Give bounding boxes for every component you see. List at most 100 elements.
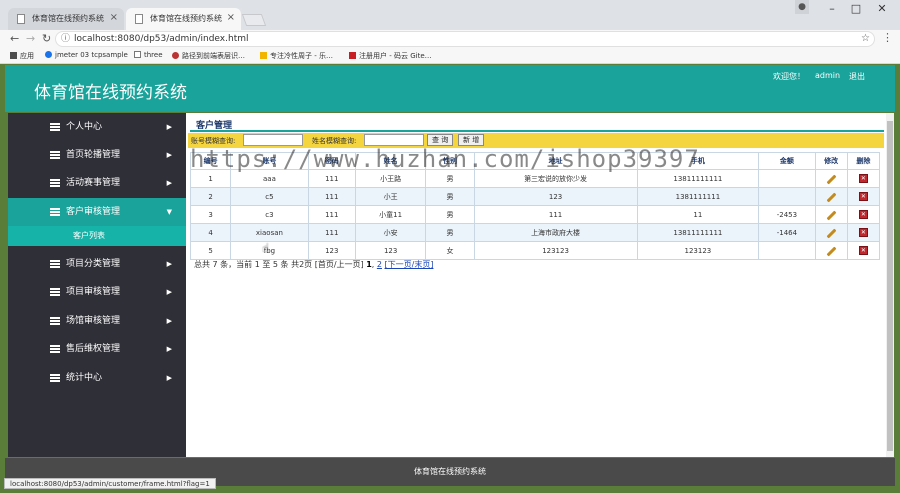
browser-tab-2[interactable]: 体育馆在线预约系统 × — [126, 8, 241, 30]
pager-next-last-link[interactable]: [下一页/末页] — [385, 260, 434, 269]
maximize-icon[interactable]: □ — [842, 0, 870, 20]
delete-icon[interactable]: ✕ — [858, 192, 868, 201]
sidebar-item-projects[interactable]: 项目审核管理 ▶ — [8, 278, 186, 306]
profile-icon[interactable]: ● — [795, 0, 809, 14]
database-icon — [50, 345, 60, 353]
table-cell: -2453 — [758, 205, 816, 224]
page-scrollbar[interactable] — [886, 113, 894, 457]
status-bar-url: localhost:8080/dp53/admin/customer/frame… — [4, 478, 216, 489]
table-cell: fbg — [230, 241, 309, 260]
pager-page-2-link[interactable]: 2 — [377, 260, 382, 269]
sidebar-item-categories[interactable]: 项目分类管理 ▶ — [8, 250, 186, 278]
logout-link[interactable]: 退出 — [849, 71, 865, 82]
page-icon — [135, 14, 143, 24]
pager-summary: 总共 7 条，当前 1 至 5 条 共2页 — [194, 260, 313, 269]
reload-icon[interactable]: ↻ — [42, 32, 51, 46]
pagination: 总共 7 条，当前 1 至 5 条 共2页 [首页/上一页] 1, 2 [下一页… — [194, 260, 434, 269]
sidebar-item-aftersales[interactable]: 售后维权管理 ▶ — [8, 335, 186, 363]
info-icon[interactable]: ⓘ — [61, 32, 70, 46]
database-icon — [50, 317, 60, 325]
edit-pencil-icon[interactable] — [826, 174, 837, 184]
admin-user-link[interactable]: admin — [815, 71, 840, 80]
apps-grid-icon — [10, 52, 17, 59]
url-input[interactable]: ⓘ localhost:8080/dp53/admin/index.html ☆ — [55, 31, 875, 47]
forward-icon[interactable]: → — [26, 32, 35, 46]
browser-tab-1[interactable]: 体育馆在线预约系统 × — [8, 8, 124, 30]
table-cell: xiaosan — [230, 223, 309, 242]
chevron-right-icon: ▶ — [166, 123, 172, 131]
edit-pencil-icon[interactable] — [826, 228, 837, 238]
app-header: 体育馆在线预约系统 欢迎您！ admin 退出 — [5, 65, 895, 112]
delete-icon[interactable]: ✕ — [858, 246, 868, 255]
browser-tabstrip: 体育馆在线预约系统 × 体育馆在线预约系统 × ● – □ ✕ — [0, 0, 900, 30]
bookmark-item[interactable]: three — [134, 51, 163, 59]
table-cell: 123123 — [473, 241, 638, 260]
sidebar-item-events[interactable]: 活动赛事管理 ▶ — [8, 169, 186, 197]
sidebar-item-venues[interactable]: 场馆审核管理 ▶ — [8, 307, 186, 335]
delete-icon[interactable]: ✕ — [858, 228, 868, 237]
bookmark-item[interactable]: 专注冷性周子 - 乐… — [260, 51, 333, 61]
chevron-right-icon: ▶ — [166, 288, 172, 296]
sidebar-subitem-customer-list[interactable]: 客户列表 — [8, 226, 186, 246]
title-divider — [190, 130, 884, 132]
browser-menu-icon[interactable]: ⋮ — [882, 31, 893, 44]
new-tab-button[interactable] — [241, 14, 267, 26]
table-cell: c3 — [230, 205, 309, 224]
table-cell: 123 — [354, 241, 427, 260]
table-cell — [758, 187, 816, 206]
bookmark-star-icon[interactable]: ☆ — [861, 32, 870, 46]
pager-first-prev: [首页/上一页] — [314, 260, 364, 269]
edit-pencil-icon[interactable] — [826, 210, 837, 220]
column-header: 修改 — [814, 152, 848, 170]
close-tab-icon[interactable]: × — [227, 12, 235, 23]
table-cell: 111 — [307, 223, 356, 242]
edit-pencil-icon[interactable] — [826, 192, 837, 202]
chevron-right-icon: ▶ — [166, 345, 172, 353]
chevron-right-icon: ▶ — [166, 317, 172, 325]
table-row: 5 fbg 123 123 女 123123 123123 ✕ — [189, 241, 881, 260]
bookmark-apps[interactable]: 应用 — [10, 51, 34, 61]
delete-icon[interactable]: ✕ — [858, 210, 868, 219]
database-icon — [50, 151, 60, 159]
table-cell: 123123 — [636, 241, 760, 260]
back-icon[interactable]: ← — [10, 32, 19, 46]
app-title: 体育馆在线预约系统 — [34, 83, 187, 103]
edit-pencil-icon[interactable] — [826, 246, 837, 256]
table-cell: 123 — [473, 187, 638, 206]
welcome-text: 欢迎您！ — [773, 72, 805, 81]
scrollbar-thumb[interactable] — [887, 121, 893, 451]
sidebar-item-statistics[interactable]: 统计中心 ▶ — [8, 364, 186, 392]
table-cell: 111 — [307, 187, 356, 206]
table-cell: 小王 — [354, 187, 427, 206]
table-cell: 3 — [189, 205, 232, 224]
bookmark-item[interactable]: jmeter 03 tcpsample — [45, 51, 128, 59]
close-window-icon[interactable]: ✕ — [868, 0, 896, 20]
chevron-down-icon: ▼ — [166, 208, 172, 216]
bookmark-item[interactable]: 路径到前端表层识… — [172, 51, 245, 61]
table-cell: c5 — [230, 187, 309, 206]
sidebar-item-customers[interactable]: 客户审核管理 ▼ — [8, 198, 186, 226]
edit-cell — [814, 169, 848, 188]
site-icon — [172, 52, 179, 59]
chevron-right-icon: ▶ — [166, 151, 172, 159]
watermark-text: https://www.huzhan.com/ishop39397 — [190, 145, 700, 173]
delete-cell: ✕ — [846, 241, 881, 260]
table-row: 4 xiaosan 111 小安 男 上海市政府大楼 13811111111 -… — [189, 223, 881, 242]
delete-cell: ✕ — [846, 223, 881, 242]
table-cell: 男 — [425, 223, 475, 242]
bookmark-item[interactable]: 注册用户 - 码云 Gite… — [349, 51, 432, 61]
close-tab-icon[interactable]: × — [110, 12, 118, 23]
sidebar-item-carousel[interactable]: 首页轮播管理 ▶ — [8, 141, 186, 169]
edit-cell — [814, 223, 848, 242]
edit-cell — [814, 187, 848, 206]
shield-icon — [45, 51, 52, 58]
mouse-pointer-icon: ☝ — [262, 241, 270, 255]
column-header: 金额 — [758, 152, 816, 170]
table-row: 2 c5 111 小王 男 123 1381111111 ✕ — [189, 187, 881, 206]
pager-current-page: 1 — [366, 260, 372, 269]
chevron-right-icon: ▶ — [166, 179, 172, 187]
sidebar-item-personal-center[interactable]: 个人中心 ▶ — [8, 113, 186, 141]
delete-icon[interactable]: ✕ — [858, 174, 868, 183]
gitee-icon — [349, 52, 356, 59]
table-cell: 小童11 — [354, 205, 427, 224]
